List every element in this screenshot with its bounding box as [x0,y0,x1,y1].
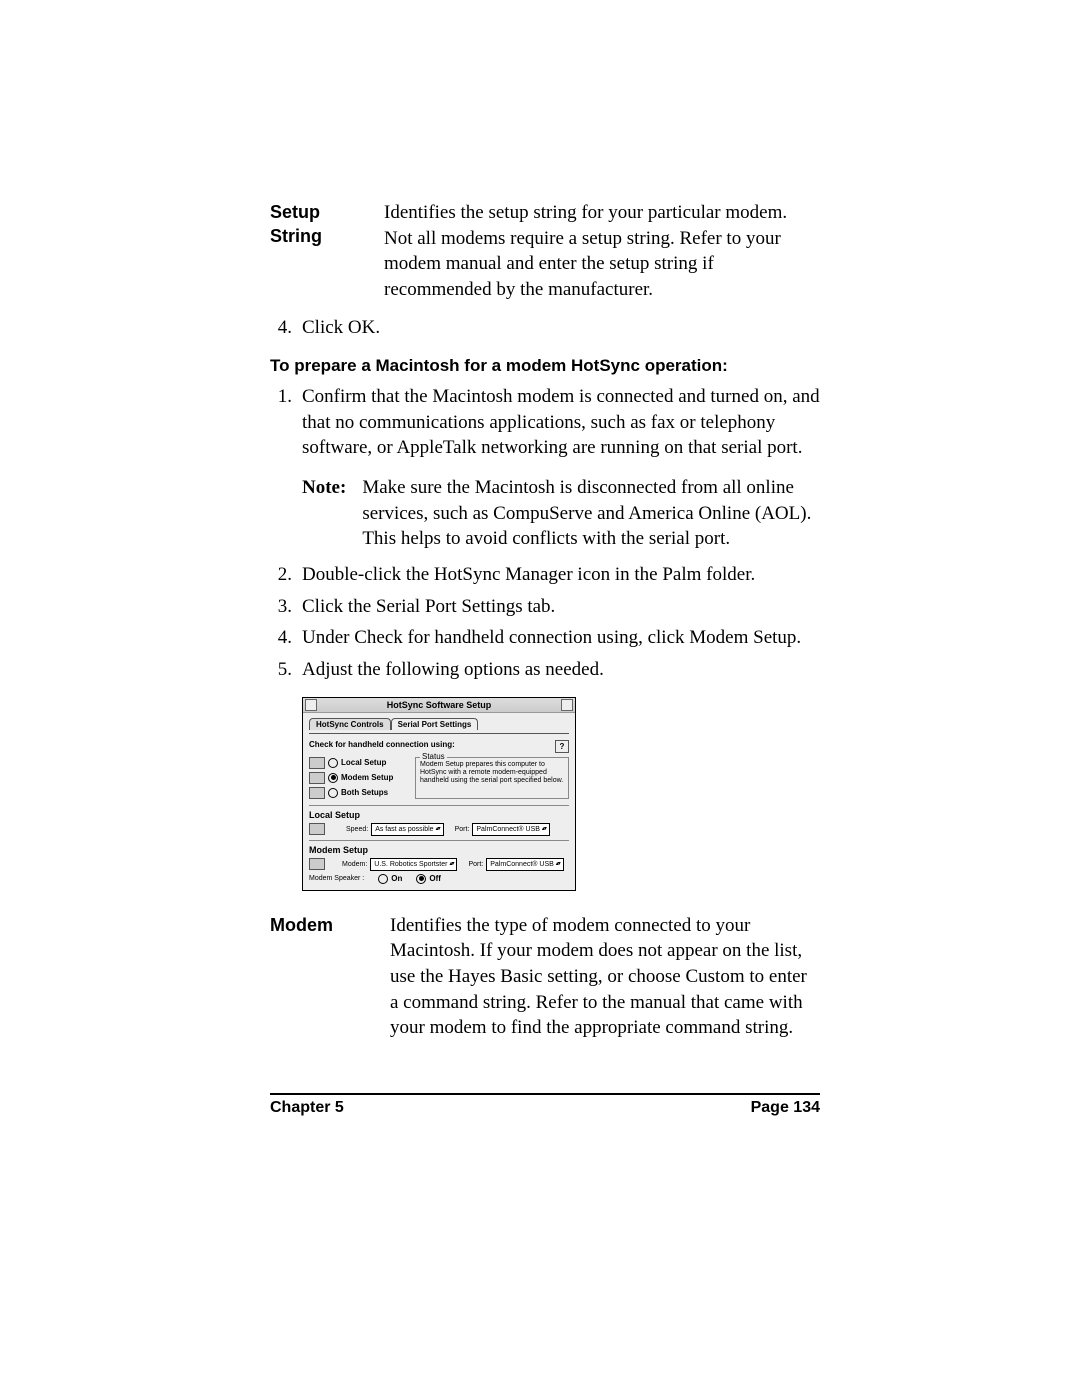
step-1: 1. Confirm that the Macintosh modem is c… [270,384,820,461]
radio-label: Modem Setup [341,773,393,782]
chevron-updown-icon: ▴▾ [449,861,453,867]
document-page: Setup String Identifies the setup string… [0,0,1080,1397]
definition-setup-string: Setup String Identifies the setup string… [270,200,820,303]
step-text: Under Check for handheld connection usin… [302,625,801,651]
definition-modem: Modem Identifies the type of modem conne… [270,913,820,1041]
window-body: HotSync Controls Serial Port Settings Ch… [303,713,575,890]
window-title: HotSync Software Setup [319,700,559,710]
definition-body: Identifies the type of modem connected t… [390,913,820,1041]
step-number: 3. [270,594,292,620]
section-title-modem: Modem Setup [309,845,569,855]
step-number: 2. [270,562,292,588]
definition-body: Identifies the setup string for your par… [384,200,820,303]
connection-options: Local Setup Modem Setup Both Setups [309,757,569,799]
note-block: Note: Make sure the Macintosh is disconn… [302,475,820,552]
dropdown-value: As fast as possible [375,824,433,835]
close-icon[interactable] [305,699,317,711]
step-text: Double-click the HotSync Manager icon in… [302,562,755,588]
section-title-local: Local Setup [309,810,569,820]
chevron-updown-icon: ▴▾ [542,826,546,832]
radio-label: On [391,874,402,883]
tab-panel: Check for handheld connection using: ? L… [309,733,569,884]
definition-term: Setup String [270,200,360,303]
footer-page-number: Page 134 [751,1099,820,1117]
footer-chapter: Chapter 5 [270,1099,344,1117]
dropdown-value: PalmConnect® USB [476,824,540,835]
speed-label: Speed: [346,826,368,833]
port-label: Port: [468,861,483,868]
step-3: 3. Click the Serial Port Settings tab. [270,594,820,620]
modem-label: Modem: [342,861,367,868]
port-dropdown-local[interactable]: PalmConnect® USB ▴▾ [472,823,550,836]
radio-speaker-off[interactable]: Off [416,874,441,884]
dropdown-value: U.S. Robotics Sportster [374,859,447,870]
radio-speaker-on[interactable]: On [378,874,402,884]
radio-both-setups[interactable]: Both Setups [309,787,409,799]
step-text: Confirm that the Macintosh modem is conn… [302,384,820,461]
page-footer: Chapter 5 Page 134 [270,1093,820,1117]
radio-label: Off [429,874,441,883]
screenshot-hotsync-setup: HotSync Software Setup HotSync Controls … [302,697,576,891]
speed-dropdown[interactable]: As fast as possible ▴▾ [371,823,443,836]
section-subheading: To prepare a Macintosh for a modem HotSy… [270,356,820,376]
step-4: 4. Under Check for handheld connection u… [270,625,820,651]
tab-strip: HotSync Controls Serial Port Settings [309,718,569,730]
radio-local-setup[interactable]: Local Setup [309,757,409,769]
port-dropdown-modem[interactable]: PalmConnect® USB ▴▾ [486,858,564,871]
radio-icon [416,874,426,884]
note-label: Note: [302,475,346,552]
step-number: 4. [270,315,292,341]
radio-icon [328,773,338,783]
step-click-ok: 4. Click OK. [270,315,820,341]
zoom-icon[interactable] [561,699,573,711]
radio-modem-setup[interactable]: Modem Setup [309,772,409,784]
modem-setup-section: Modem Setup Modem: U.S. Robotics Sportst… [309,840,569,884]
modem-icon [309,858,325,870]
modem-dropdown[interactable]: U.S. Robotics Sportster ▴▾ [370,858,457,871]
note-body: Make sure the Macintosh is disconnected … [362,475,820,552]
step-text: Adjust the following options as needed. [302,657,604,683]
radio-icon [328,788,338,798]
definition-term: Modem [270,913,350,1041]
both-icon [309,787,325,799]
serial-port-icon [309,823,325,835]
chevron-updown-icon: ▴▾ [556,861,560,867]
tab-serial-port-settings[interactable]: Serial Port Settings [391,718,479,730]
serial-port-icon [309,757,325,769]
tab-hotsync-controls[interactable]: HotSync Controls [309,718,391,730]
status-fieldset: Status Modem Setup prepares this compute… [415,757,569,799]
radio-icon [328,758,338,768]
step-number: 5. [270,657,292,683]
step-5: 5. Adjust the following options as neede… [270,657,820,683]
help-icon[interactable]: ? [555,740,569,753]
step-text: Click the Serial Port Settings tab. [302,594,555,620]
modem-speaker-label: Modem Speaker : [309,875,364,882]
status-text: Modem Setup prepares this computer to Ho… [420,761,564,785]
radio-label: Both Setups [341,788,388,797]
radio-icon [378,874,388,884]
window-titlebar: HotSync Software Setup [303,698,575,713]
footer-rule [270,1093,820,1095]
step-number: 4. [270,625,292,651]
local-setup-section: Local Setup Speed: As fast as possible ▴… [309,805,569,836]
step-2: 2. Double-click the HotSync Manager icon… [270,562,820,588]
radio-label: Local Setup [341,758,386,767]
status-legend: Status [420,752,447,761]
modem-icon [309,772,325,784]
dropdown-value: PalmConnect® USB [490,859,554,870]
port-label: Port: [455,826,470,833]
step-text: Click OK. [302,315,380,341]
chevron-updown-icon: ▴▾ [436,826,440,832]
step-number: 1. [270,384,292,461]
